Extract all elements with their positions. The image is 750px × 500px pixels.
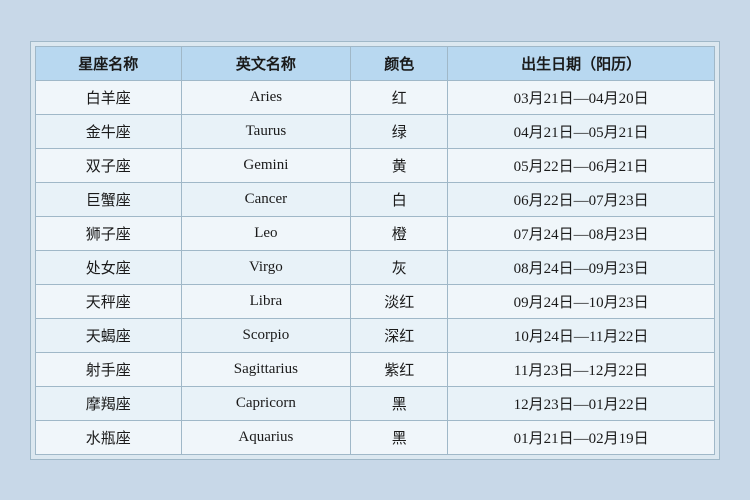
cell-chinese-name: 天蝎座 [36, 318, 182, 352]
table-header-row: 星座名称 英文名称 颜色 出生日期（阳历） [36, 46, 715, 80]
header-dates: 出生日期（阳历） [448, 46, 715, 80]
cell-color: 灰 [351, 250, 448, 284]
cell-color: 黑 [351, 420, 448, 454]
cell-chinese-name: 白羊座 [36, 80, 182, 114]
cell-color: 绿 [351, 114, 448, 148]
cell-english-name: Aquarius [181, 420, 351, 454]
cell-color: 黄 [351, 148, 448, 182]
table-row: 射手座Sagittarius紫红11月23日—12月22日 [36, 352, 715, 386]
cell-dates: 08月24日—09月23日 [448, 250, 715, 284]
cell-chinese-name: 狮子座 [36, 216, 182, 250]
cell-color: 白 [351, 182, 448, 216]
table-row: 巨蟹座Cancer白06月22日—07月23日 [36, 182, 715, 216]
table-row: 摩羯座Capricorn黑12月23日—01月22日 [36, 386, 715, 420]
cell-english-name: Virgo [181, 250, 351, 284]
cell-dates: 01月21日—02月19日 [448, 420, 715, 454]
cell-dates: 12月23日—01月22日 [448, 386, 715, 420]
cell-english-name: Sagittarius [181, 352, 351, 386]
cell-dates: 09月24日—10月23日 [448, 284, 715, 318]
cell-color: 淡红 [351, 284, 448, 318]
cell-color: 红 [351, 80, 448, 114]
cell-english-name: Libra [181, 284, 351, 318]
cell-chinese-name: 双子座 [36, 148, 182, 182]
cell-english-name: Capricorn [181, 386, 351, 420]
cell-color: 紫红 [351, 352, 448, 386]
table-row: 处女座Virgo灰08月24日—09月23日 [36, 250, 715, 284]
cell-chinese-name: 处女座 [36, 250, 182, 284]
header-chinese-name: 星座名称 [36, 46, 182, 80]
cell-chinese-name: 巨蟹座 [36, 182, 182, 216]
cell-dates: 10月24日—11月22日 [448, 318, 715, 352]
cell-chinese-name: 摩羯座 [36, 386, 182, 420]
header-english-name: 英文名称 [181, 46, 351, 80]
cell-dates: 07月24日—08月23日 [448, 216, 715, 250]
header-color: 颜色 [351, 46, 448, 80]
zodiac-table-container: 星座名称 英文名称 颜色 出生日期（阳历） 白羊座Aries红03月21日—04… [30, 41, 720, 460]
cell-dates: 04月21日—05月21日 [448, 114, 715, 148]
cell-dates: 03月21日—04月20日 [448, 80, 715, 114]
table-row: 水瓶座Aquarius黑01月21日—02月19日 [36, 420, 715, 454]
cell-color: 橙 [351, 216, 448, 250]
cell-dates: 11月23日—12月22日 [448, 352, 715, 386]
cell-english-name: Leo [181, 216, 351, 250]
table-row: 天秤座Libra淡红09月24日—10月23日 [36, 284, 715, 318]
cell-chinese-name: 水瓶座 [36, 420, 182, 454]
table-row: 白羊座Aries红03月21日—04月20日 [36, 80, 715, 114]
cell-chinese-name: 金牛座 [36, 114, 182, 148]
cell-english-name: Cancer [181, 182, 351, 216]
cell-color: 黑 [351, 386, 448, 420]
table-row: 双子座Gemini黄05月22日—06月21日 [36, 148, 715, 182]
table-row: 金牛座Taurus绿04月21日—05月21日 [36, 114, 715, 148]
cell-english-name: Taurus [181, 114, 351, 148]
cell-english-name: Scorpio [181, 318, 351, 352]
cell-chinese-name: 射手座 [36, 352, 182, 386]
table-row: 狮子座Leo橙07月24日—08月23日 [36, 216, 715, 250]
cell-dates: 06月22日—07月23日 [448, 182, 715, 216]
table-row: 天蝎座Scorpio深红10月24日—11月22日 [36, 318, 715, 352]
cell-color: 深红 [351, 318, 448, 352]
cell-english-name: Gemini [181, 148, 351, 182]
cell-dates: 05月22日—06月21日 [448, 148, 715, 182]
zodiac-table: 星座名称 英文名称 颜色 出生日期（阳历） 白羊座Aries红03月21日—04… [35, 46, 715, 455]
cell-english-name: Aries [181, 80, 351, 114]
cell-chinese-name: 天秤座 [36, 284, 182, 318]
table-body: 白羊座Aries红03月21日—04月20日金牛座Taurus绿04月21日—0… [36, 80, 715, 454]
